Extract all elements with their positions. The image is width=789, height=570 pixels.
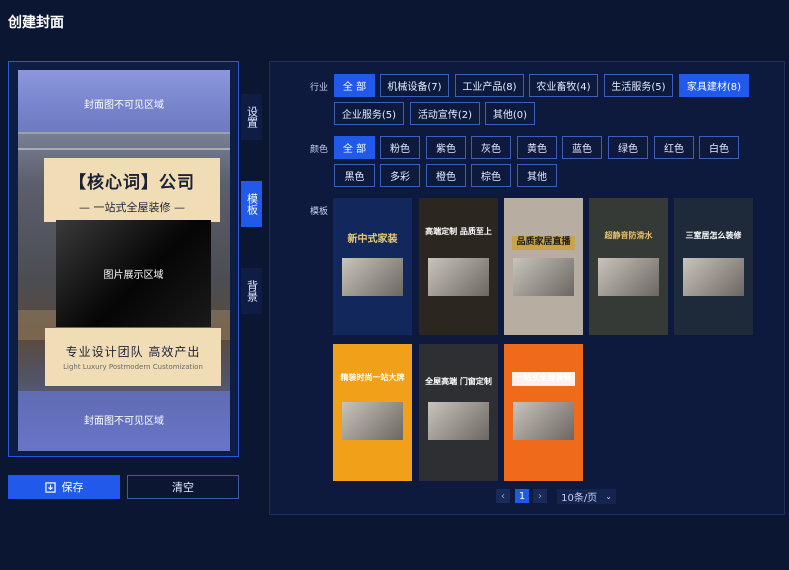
industry-chip[interactable]: 机械设备(7) xyxy=(380,74,449,97)
template-card-caption: 高端定制 品质至上 xyxy=(425,227,492,236)
tab-settings[interactable]: 设置 xyxy=(241,94,262,140)
image-display-label: 图片展示区域 xyxy=(103,270,164,281)
color-label: 颜色 xyxy=(310,145,329,155)
clear-button[interactable]: 清空 xyxy=(127,475,239,499)
industry-chip-active[interactable]: 家具建材(8) xyxy=(679,74,749,97)
cover-preview: 封面图不可见区域 【核心词】公司 — 一站式全屋装修 — 图片展示区域 专业设计… xyxy=(18,70,230,451)
template-card-caption: 一站式全屋装修 xyxy=(515,373,572,382)
template-card-caption: 精装时尚一站大牌 xyxy=(340,373,405,382)
color-chip[interactable]: 蓝色 xyxy=(562,136,602,159)
keyword-subtitle: — 一站式全屋装修 — xyxy=(79,201,185,214)
template-card[interactable]: 高端定制 品质至上 xyxy=(419,198,498,335)
color-chip-active[interactable]: 全 部 xyxy=(334,136,375,159)
clear-label: 清空 xyxy=(172,481,194,494)
template-label: 模板 xyxy=(310,207,329,217)
cover-preview-frame: 封面图不可见区域 【核心词】公司 — 一站式全屋装修 — 图片展示区域 专业设计… xyxy=(8,61,239,457)
template-card-caption: 超静音防滑水 xyxy=(604,231,653,240)
keyword-title-card[interactable]: 【核心词】公司 — 一站式全屋装修 — xyxy=(44,158,220,222)
page-size-select[interactable]: 10条/页 ⌄ xyxy=(557,489,616,504)
color-chip[interactable]: 棕色 xyxy=(471,164,511,187)
color-chip[interactable]: 粉色 xyxy=(380,136,420,159)
slogan-english: Light Luxury Postmodern Customization xyxy=(63,363,203,371)
color-chip[interactable]: 绿色 xyxy=(608,136,648,159)
template-card-caption: 品质家居直播 xyxy=(516,237,571,247)
save-label: 保存 xyxy=(61,481,84,494)
invisible-area-bottom-label: 封面图不可见区域 xyxy=(84,416,164,427)
save-icon xyxy=(44,481,56,493)
tab-templates-label: 模板 xyxy=(245,193,259,215)
keyword-title: 【核心词】公司 xyxy=(69,173,195,193)
page-title: 创建封面 xyxy=(8,15,64,31)
save-button[interactable]: 保存 xyxy=(8,475,120,499)
page-size-value: 10条/页 xyxy=(561,493,598,504)
tab-background[interactable]: 背景 xyxy=(241,268,262,314)
next-page-button[interactable]: › xyxy=(533,489,547,503)
industry-chip[interactable]: 其他(0) xyxy=(485,102,535,125)
color-chip[interactable]: 多彩 xyxy=(380,164,420,187)
tab-templates[interactable]: 模板 xyxy=(241,181,262,227)
industry-chip[interactable]: 生活服务(5) xyxy=(604,74,673,97)
page-1-button[interactable]: 1 xyxy=(515,489,529,503)
template-card[interactable]: 一站式全屋装修 xyxy=(504,344,583,481)
template-card[interactable]: 品质家居直播 xyxy=(504,198,583,335)
industry-chip[interactable]: 农业畜牧(4) xyxy=(529,74,598,97)
prev-page-button[interactable]: ‹ xyxy=(496,489,510,503)
template-card-caption: 全屋高端 门窗定制 xyxy=(425,377,492,386)
industry-label: 行业 xyxy=(310,83,329,93)
color-chip[interactable]: 白色 xyxy=(699,136,739,159)
tab-settings-label: 设置 xyxy=(245,106,259,128)
template-card[interactable]: 超静音防滑水 xyxy=(589,198,668,335)
template-card-caption: 新中式家装 xyxy=(347,234,398,245)
tab-background-label: 背景 xyxy=(245,280,259,302)
color-chip[interactable]: 灰色 xyxy=(471,136,511,159)
template-card[interactable]: 精装时尚一站大牌 xyxy=(333,344,412,481)
slogan-text: 专业设计团队 高效产出 xyxy=(65,345,201,359)
color-chip[interactable]: 黄色 xyxy=(517,136,557,159)
industry-chip[interactable]: 企业服务(5) xyxy=(334,102,404,125)
template-card-caption: 三室居怎么装修 xyxy=(685,231,742,240)
industry-chip[interactable]: 活动宣传(2) xyxy=(410,102,480,125)
color-chip[interactable]: 橙色 xyxy=(426,164,466,187)
template-card[interactable]: 全屋高端 门窗定制 xyxy=(419,344,498,481)
color-chip[interactable]: 其他 xyxy=(517,164,557,187)
image-display-area[interactable]: 图片展示区域 xyxy=(56,220,211,327)
industry-chip[interactable]: 工业产品(8) xyxy=(455,74,524,97)
template-card[interactable]: 新中式家装 xyxy=(333,198,412,335)
template-card[interactable]: 三室居怎么装修 xyxy=(674,198,753,335)
slogan-card[interactable]: 专业设计团队 高效产出 Light Luxury Postmodern Cust… xyxy=(45,328,221,386)
template-panel: 行业 全 部 机械设备(7) 工业产品(8) 农业畜牧(4) 生活服务(5) 家… xyxy=(269,61,785,515)
invisible-area-top-label: 封面图不可见区域 xyxy=(84,100,164,111)
chevron-down-icon: ⌄ xyxy=(605,492,612,501)
color-chip[interactable]: 紫色 xyxy=(426,136,466,159)
industry-chip[interactable]: 全 部 xyxy=(334,74,375,97)
color-chip[interactable]: 黑色 xyxy=(334,164,375,187)
color-chip[interactable]: 红色 xyxy=(654,136,694,159)
